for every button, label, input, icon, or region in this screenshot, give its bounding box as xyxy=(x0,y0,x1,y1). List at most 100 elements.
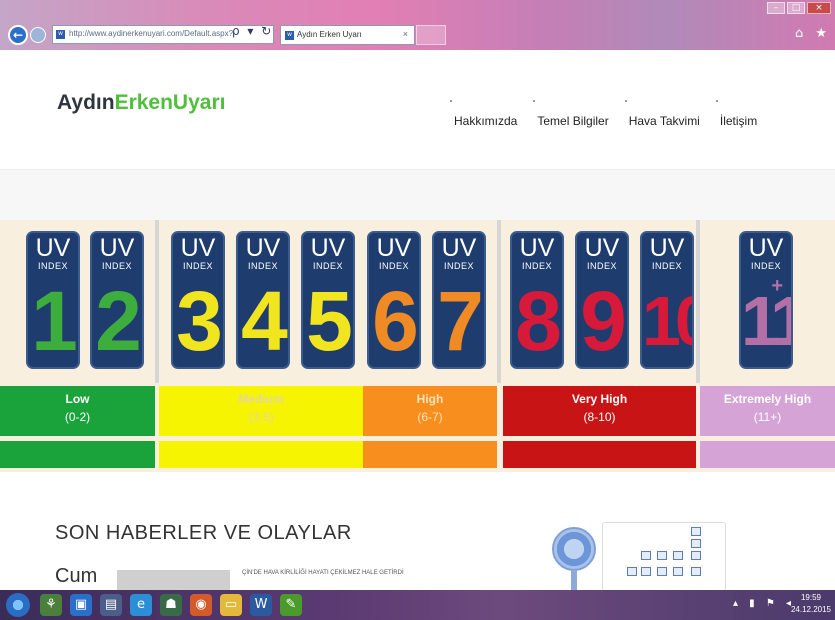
home-favorites-icons[interactable]: ⌂ ★ xyxy=(795,26,831,41)
uv-label: UV xyxy=(180,234,216,262)
menu-item-hava-takvimi[interactable]: Hava Takvimi xyxy=(624,100,718,128)
news-thumbnail-placeholder xyxy=(117,570,230,590)
fan-stand xyxy=(571,570,577,590)
uv-index-number: 1 xyxy=(31,274,78,368)
site-logo[interactable]: AydınErkenUyarı xyxy=(57,91,225,115)
index-label: INDEX xyxy=(750,261,781,271)
group-divider xyxy=(497,220,501,383)
uv-index-number: 9 xyxy=(580,274,627,368)
uv-index-number: 3 xyxy=(176,274,223,368)
network-app-icon[interactable]: ⚘ xyxy=(40,594,62,616)
address-url: http://www.aydinerkenuyari.com/Default.a… xyxy=(69,29,234,38)
index-label: INDEX xyxy=(101,261,132,271)
uv-index-tile-9: UV INDEX 9 xyxy=(575,231,629,369)
menu-item-temel-bilgiler[interactable]: Temel Bilgiler xyxy=(533,100,626,128)
chat-app-icon[interactable]: ☗ xyxy=(160,594,182,616)
windows-taskbar: ⚘ ▣ ▤ e ☗ ◉ ▭ W ✎ ▴ ▮ ⚑ ◂ 19:59 24.12.20… xyxy=(0,590,835,620)
category-high: High (6-7) xyxy=(363,386,497,436)
category-low: Low (0-2) xyxy=(0,386,155,436)
uv-label: UV xyxy=(99,234,135,262)
uv-index-number: 7 xyxy=(437,274,484,368)
system-clock[interactable]: 19:59 24.12.2015 xyxy=(791,592,831,616)
forward-button[interactable] xyxy=(30,27,46,43)
uv-index-tile-11: UVINDEX 11+ xyxy=(739,231,793,369)
uv-label: UV xyxy=(441,234,477,262)
tab-title: Aydın Erken Uyarı xyxy=(297,30,362,39)
uv-index-number: 10 xyxy=(642,282,692,360)
close-window-button[interactable]: × xyxy=(807,2,831,14)
category-bar-very-high xyxy=(503,441,696,468)
browser-tab[interactable]: w Aydın Erken Uyarı × xyxy=(280,25,415,45)
index-label: INDEX xyxy=(586,261,617,271)
main-menu: Hakkımızda Temel Bilgiler Hava Takvimi İ… xyxy=(449,100,775,128)
uv-index-number: 2 xyxy=(95,274,142,368)
media-app-icon[interactable]: ▣ xyxy=(70,594,92,616)
search-refresh-icons[interactable]: ρ ▾ ↻ xyxy=(232,24,273,38)
uv-index-number: 11 xyxy=(741,282,791,360)
site-favicon-icon: w xyxy=(56,30,65,39)
header-band xyxy=(0,170,835,220)
minimize-button[interactable]: – xyxy=(767,2,785,14)
uv-index-number: 6 xyxy=(372,274,419,368)
window-controls: – □ × xyxy=(767,2,831,14)
uv-label: UV xyxy=(519,234,555,262)
index-label: INDEX xyxy=(378,261,409,271)
internet-explorer-icon[interactable]: e xyxy=(130,594,152,616)
index-label: INDEX xyxy=(247,261,278,271)
uv-index-tile-1: UV INDEX 1 xyxy=(26,231,80,369)
category-very-high: Very High (8-10) xyxy=(503,386,696,436)
tool-app-icon[interactable]: ✎ xyxy=(280,594,302,616)
uv-label: UV xyxy=(376,234,412,262)
uv-index-number: 4 xyxy=(241,274,288,368)
uv-index-tile-4: UV INDEX 4 xyxy=(236,231,290,369)
uv-index-tile-3: UV INDEX 3 xyxy=(171,231,225,369)
back-button[interactable]: ← xyxy=(8,25,28,45)
fan-image xyxy=(552,527,596,571)
index-label: INDEX xyxy=(312,261,343,271)
menu-item-hakkimizda[interactable]: Hakkımızda xyxy=(449,100,535,128)
uv-label: UV xyxy=(35,234,71,262)
uv-index-tile-10: UVINDEX 10 xyxy=(640,231,694,369)
browser-chrome: – □ × ← w http://www.aydinerkenuyari.com… xyxy=(0,0,835,50)
category-medium: Medium (3-5) xyxy=(159,386,363,436)
category-bar-high xyxy=(363,441,497,468)
plus-sign: + xyxy=(771,275,783,297)
new-tab-button[interactable] xyxy=(416,25,446,45)
news-section-title: SON HABERLER VE OLAYLAR xyxy=(55,522,352,544)
word-app-icon[interactable]: W xyxy=(250,594,272,616)
site-header: AydınErkenUyarı Hakkımızda Temel Bilgile… xyxy=(0,50,835,170)
uv-index-tile-6: UV INDEX 6 xyxy=(367,231,421,369)
group-divider xyxy=(696,220,700,383)
uv-label: UV xyxy=(245,234,281,262)
uv-index-tile-2: UV INDEX 2 xyxy=(90,231,144,369)
category-extremely-high: Extremely High (11+) xyxy=(700,386,835,436)
group-divider xyxy=(155,220,159,383)
uv-index-number: 8 xyxy=(515,274,562,368)
uv-label: UV xyxy=(310,234,346,262)
start-button[interactable] xyxy=(6,593,30,617)
tab-favicon-icon: w xyxy=(285,31,294,40)
index-label: INDEX xyxy=(182,261,213,271)
news-date-label: Cum xyxy=(55,565,98,587)
index-label: INDEX xyxy=(443,261,474,271)
weather-chart-thumbnail[interactable] xyxy=(602,522,726,592)
category-bar-medium xyxy=(159,441,363,468)
tab-close-icon[interactable]: × xyxy=(403,29,408,39)
uv-index-tile-5: UV INDEX 5 xyxy=(301,231,355,369)
category-bar-low xyxy=(0,441,155,468)
uv-label: UV xyxy=(584,234,620,262)
index-label: INDEX xyxy=(651,261,682,271)
explorer-app-icon[interactable]: ▤ xyxy=(100,594,122,616)
uv-index-tile-8: UV INDEX 8 xyxy=(510,231,564,369)
category-bar-extremely-high xyxy=(700,441,835,468)
uv-label: UV xyxy=(649,234,685,262)
system-tray-icons[interactable]: ▴ ▮ ⚑ ◂ xyxy=(733,598,795,609)
menu-item-iletisim[interactable]: İletişim xyxy=(715,100,775,128)
folder-icon[interactable]: ▭ xyxy=(220,594,242,616)
uv-index-tile-7: UV INDEX 7 xyxy=(432,231,486,369)
news-item-link[interactable]: ÇİN'DE HAVA KİRLİLİĞİ HAYATI ÇEKİLMEZ HA… xyxy=(242,570,404,576)
uv-index-number: 5 xyxy=(306,274,353,368)
index-label: INDEX xyxy=(37,261,68,271)
maximize-button[interactable]: □ xyxy=(787,2,805,14)
chrome-browser-icon[interactable]: ◉ xyxy=(190,594,212,616)
